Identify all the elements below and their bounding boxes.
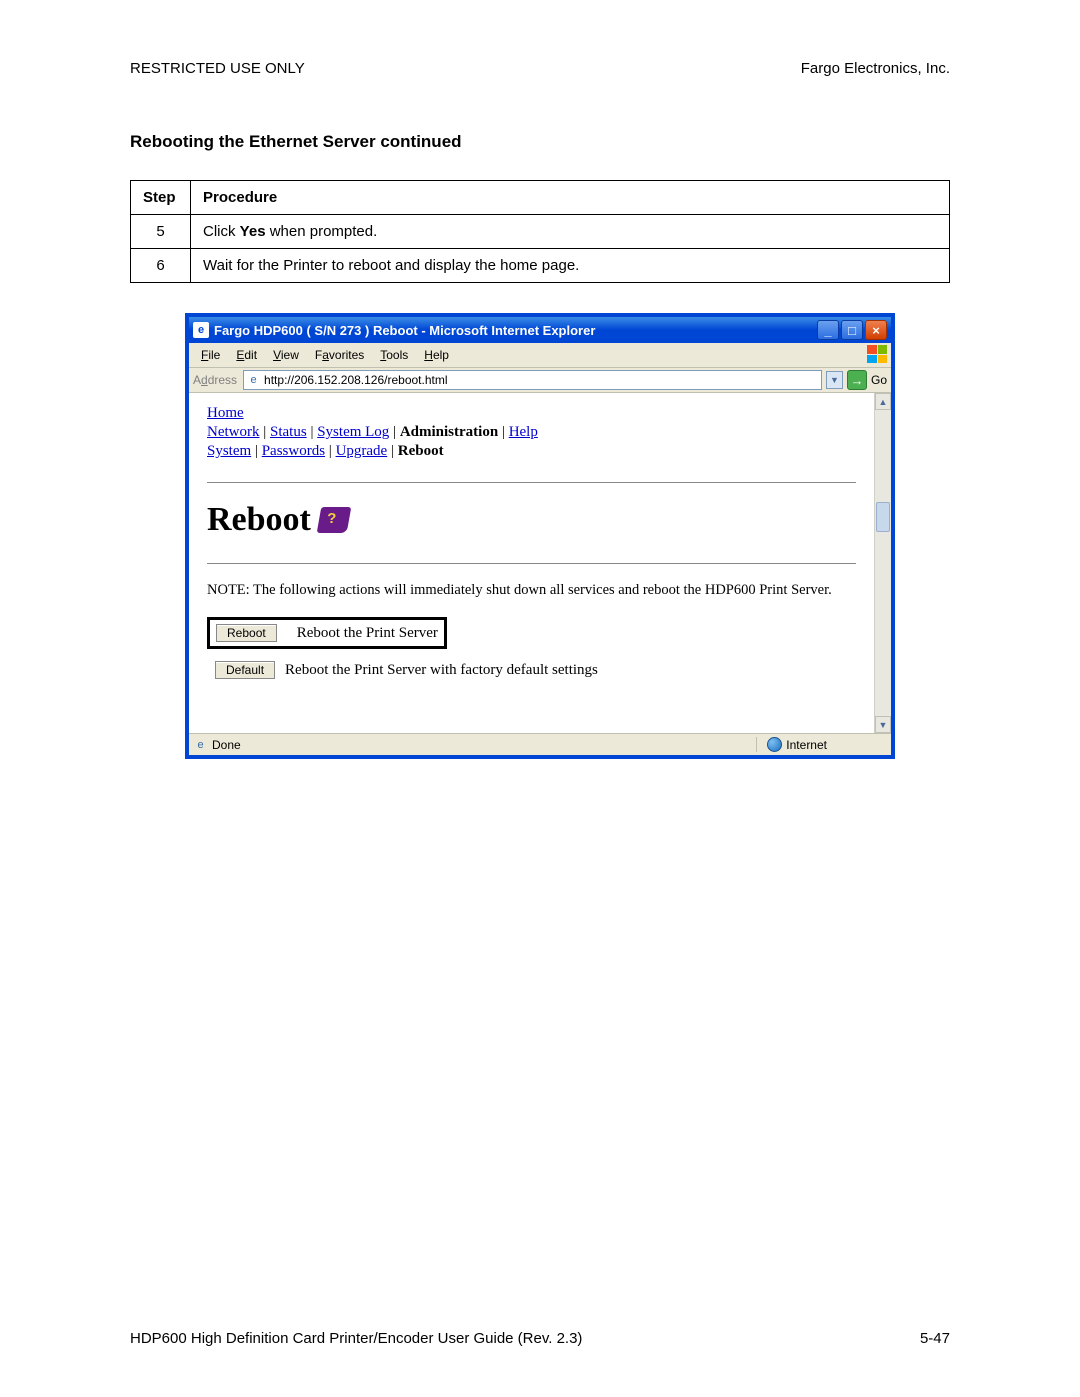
highlight-box: Reboot Reboot the Print Server [207,617,447,649]
text: when prompted. [266,223,378,240]
menu-tools[interactable]: Tools [372,346,416,364]
ie-app-icon: e [193,322,209,338]
nav-network[interactable]: Network [207,424,260,440]
page-footer: HDP600 High Definition Card Printer/Enco… [130,1330,950,1347]
reboot-button[interactable]: Reboot [216,624,277,642]
th-step: Step [131,181,191,215]
scroll-thumb[interactable] [876,502,890,532]
ie-status-icon: e [193,737,208,752]
scroll-track[interactable] [875,410,891,716]
address-label: Address [193,373,239,387]
status-zone: Internet [786,738,827,752]
help-book-icon [317,507,352,533]
separator: | [325,443,336,459]
browser-window: e Fargo HDP600 ( S/N 273 ) Reboot - Micr… [185,313,895,759]
status-bar: e Done Internet [189,733,891,755]
internet-globe-icon [767,737,782,752]
reboot-label: Reboot the Print Server [297,625,438,642]
heading-text: Reboot [207,501,311,539]
default-button[interactable]: Default [215,661,275,679]
windows-logo-icon [867,345,887,363]
separator: | [387,443,398,459]
separator: | [260,424,271,440]
reboot-heading: Reboot [207,501,856,539]
table-row: 5 Click Yes when prompted. [131,215,950,249]
close-button[interactable]: × [865,320,887,340]
divider [207,482,856,483]
nav-upgrade[interactable]: Upgrade [336,443,388,459]
step-number: 6 [131,249,191,283]
nav-system-log[interactable]: System Log [317,424,389,440]
header-left: RESTRICTED USE ONLY [130,60,305,77]
footer-right: 5-47 [920,1330,950,1347]
footer-left: HDP600 High Definition Card Printer/Enco… [130,1330,582,1347]
separator: | [251,443,262,459]
default-label: Reboot the Print Server with factory def… [285,662,598,679]
nav-help[interactable]: Help [509,424,538,440]
page-header: RESTRICTED USE ONLY Fargo Electronics, I… [130,60,950,77]
reboot-action-row: Reboot Reboot the Print Server [207,617,856,649]
scroll-up-icon[interactable]: ▲ [875,393,891,410]
menu-favorites[interactable]: Favorites [307,346,372,364]
table-row: 6 Wait for the Printer to reboot and dis… [131,249,950,283]
menu-file[interactable]: File [193,346,228,364]
menu-edit[interactable]: Edit [228,346,265,364]
page-content: Home Network | Status | System Log | Adm… [189,393,874,733]
default-action-row: Default Reboot the Print Server with fac… [207,661,856,679]
nav-administration[interactable]: Administration [400,424,498,440]
minimize-button[interactable]: _ [817,320,839,340]
menu-help[interactable]: Help [416,346,457,364]
menubar: File Edit View Favorites Tools Help [189,343,891,367]
address-bar: Address e http://206.152.208.126/reboot.… [189,367,891,393]
maximize-button[interactable]: □ [841,320,863,340]
nav-reboot[interactable]: Reboot [398,443,444,459]
scrollbar[interactable]: ▲ ▼ [874,393,891,733]
separator: | [389,424,400,440]
nav-status[interactable]: Status [270,424,307,440]
address-field[interactable]: e http://206.152.208.126/reboot.html [243,370,822,390]
step-procedure: Click Yes when prompted. [191,215,950,249]
bold-text: Yes [240,223,266,240]
menu-view[interactable]: View [265,346,307,364]
divider [207,563,856,564]
separator: | [307,424,318,440]
step-number: 5 [131,215,191,249]
note-text: NOTE: The following actions will immedia… [207,582,856,599]
nav-passwords[interactable]: Passwords [262,443,325,459]
ie-page-icon: e [246,373,261,388]
go-label: Go [871,373,887,387]
status-text: Done [212,738,241,752]
nav-home[interactable]: Home [207,405,244,421]
go-button[interactable]: → [847,370,867,390]
separator: | [498,424,509,440]
window-title: Fargo HDP600 ( S/N 273 ) Reboot - Micros… [214,323,817,338]
address-text: http://206.152.208.126/reboot.html [264,373,819,387]
text: Click [203,223,240,240]
section-title: Rebooting the Ethernet Server continued [130,132,950,152]
nav-system[interactable]: System [207,443,251,459]
procedure-table: Step Procedure 5 Click Yes when prompted… [130,180,950,283]
address-dropdown-button[interactable]: ▼ [826,371,843,389]
header-right: Fargo Electronics, Inc. [801,60,950,77]
th-procedure: Procedure [191,181,950,215]
scroll-down-icon[interactable]: ▼ [875,716,891,733]
step-procedure: Wait for the Printer to reboot and displ… [191,249,950,283]
titlebar: e Fargo HDP600 ( S/N 273 ) Reboot - Micr… [189,317,891,343]
